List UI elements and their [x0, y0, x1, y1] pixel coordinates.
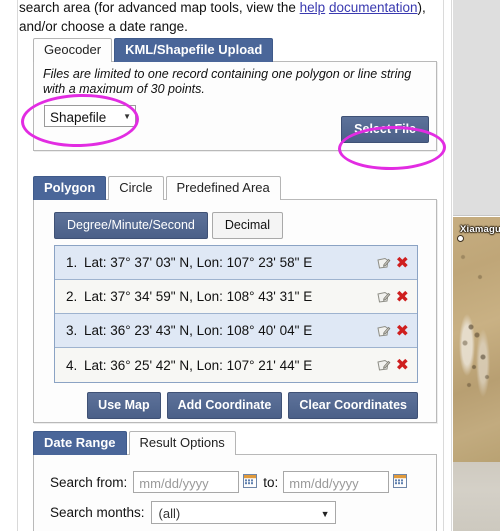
table-row[interactable]: 1. Lat: 37° 37' 03" N, Lon: 107° 23' 58"…: [55, 246, 417, 280]
tab-date-range[interactable]: Date Range: [33, 431, 127, 455]
search-months-label: Search months:: [50, 505, 145, 520]
coordinate-index: 2.: [66, 289, 78, 304]
map-place-marker-icon[interactable]: [457, 235, 464, 242]
coordinate-value: Lat: 36° 23' 43" N, Lon: 108° 40' 04" E: [84, 323, 313, 338]
table-row[interactable]: 2. Lat: 37° 34' 59" N, Lon: 108° 43' 31"…: [55, 280, 417, 314]
row-actions: ✖: [376, 288, 409, 304]
format-dms-button[interactable]: Degree/Minute/Second: [54, 212, 208, 239]
coordinate-index: 3.: [66, 323, 78, 338]
coordinate-format-toggle: Degree/Minute/Second Decimal: [54, 212, 284, 239]
date-tabstrip: Date Range Result Options: [33, 431, 236, 455]
edit-icon[interactable]: [376, 358, 391, 372]
calendar-icon[interactable]: [243, 473, 258, 491]
delete-icon[interactable]: ✖: [396, 357, 409, 373]
to-label: to:: [263, 474, 279, 490]
clear-coordinates-button[interactable]: Clear Coordinates: [288, 392, 418, 419]
search-months-value: (all): [158, 506, 181, 521]
area-tabstrip: Polygon Circle Predefined Area: [33, 176, 281, 200]
table-row[interactable]: 4. Lat: 36° 25' 42" N, Lon: 107° 21' 44"…: [55, 348, 417, 382]
delete-icon[interactable]: ✖: [396, 288, 409, 304]
coordinate-value: Lat: 37° 34' 59" N, Lon: 108° 43' 31" E: [84, 289, 313, 304]
map-place-label: Xiamagu: [460, 224, 500, 235]
left-gutter: [0, 0, 18, 531]
coordinate-index: 1.: [66, 255, 78, 270]
delete-icon[interactable]: ✖: [396, 254, 409, 270]
tab-result-options[interactable]: Result Options: [128, 431, 236, 455]
use-map-button[interactable]: Use Map: [87, 392, 161, 419]
edit-icon[interactable]: [376, 324, 391, 338]
row-actions: ✖: [376, 254, 409, 270]
search-from-row: Search from: mm/dd/yyyy to: mm/dd/yyyy: [50, 471, 412, 493]
map-empty-area: [453, 0, 500, 216]
edit-icon[interactable]: [376, 256, 391, 270]
date-from-input[interactable]: mm/dd/yyyy: [133, 471, 240, 493]
chevron-down-icon: ▼: [320, 508, 330, 519]
calendar-icon[interactable]: [393, 473, 408, 491]
search-from-label: Search from:: [50, 474, 128, 490]
search-panel-screenshot: search area (for advanced map tools, vie…: [0, 0, 500, 531]
date-range-panel: Search from: mm/dd/yyyy to: mm/dd/yyyy S…: [33, 454, 437, 531]
polygon-panel: Degree/Minute/Second Decimal 1. Lat: 37°…: [33, 199, 437, 423]
coordinate-value: Lat: 36° 25' 42" N, Lon: 107° 21' 44" E: [84, 357, 313, 373]
tab-predefined-area[interactable]: Predefined Area: [165, 176, 281, 200]
coordinate-index: 4.: [66, 357, 78, 373]
edit-icon[interactable]: [376, 290, 391, 304]
file-type-value: Shapefile: [50, 109, 107, 125]
tab-circle[interactable]: Circle: [108, 176, 164, 200]
search-months-row: Search months: (all) ▼: [50, 501, 336, 524]
intro-text-part1: search area (for advanced map tools, vie…: [19, 0, 300, 15]
delete-icon[interactable]: ✖: [396, 322, 409, 338]
upload-panel: Files are limited to one record containi…: [33, 61, 437, 151]
map-viewport[interactable]: Xiamagu: [453, 0, 500, 531]
upload-tabstrip: Geocoder KML/Shapefile Upload: [33, 38, 274, 62]
panel-map-divider: [443, 0, 452, 531]
documentation-link[interactable]: documentation: [329, 0, 418, 15]
help-link[interactable]: help: [300, 0, 326, 15]
chevron-down-icon: ▼: [123, 112, 131, 121]
coordinate-list: 1. Lat: 37° 37' 03" N, Lon: 107° 23' 58"…: [54, 245, 418, 383]
intro-paragraph: search area (for advanced map tools, vie…: [19, 0, 449, 36]
tab-polygon[interactable]: Polygon: [33, 176, 107, 200]
table-row[interactable]: 3. Lat: 36° 23' 43" N, Lon: 108° 40' 04"…: [55, 314, 417, 348]
row-actions: ✖: [376, 357, 409, 373]
tab-kml-shapefile-upload[interactable]: KML/Shapefile Upload: [114, 38, 274, 62]
add-coordinate-button[interactable]: Add Coordinate: [166, 392, 283, 419]
search-months-select[interactable]: (all) ▼: [150, 501, 336, 524]
coordinate-value: Lat: 37° 37' 03" N, Lon: 107° 23' 58" E: [84, 255, 313, 270]
date-to-input[interactable]: mm/dd/yyyy: [283, 471, 390, 493]
map-satellite-imagery[interactable]: [453, 217, 500, 462]
select-file-button[interactable]: Select File: [341, 116, 429, 143]
search-criteria-column: search area (for advanced map tools, vie…: [19, 0, 443, 531]
upload-note: Files are limited to one record containi…: [43, 67, 412, 96]
tab-geocoder[interactable]: Geocoder: [33, 38, 113, 62]
row-actions: ✖: [376, 322, 409, 338]
format-decimal-button[interactable]: Decimal: [211, 212, 284, 239]
file-type-select[interactable]: Shapefile ▼: [44, 105, 136, 127]
map-lower-imagery: [453, 462, 500, 531]
coordinate-actions: Use Map Add Coordinate Clear Coordinates: [54, 392, 418, 419]
